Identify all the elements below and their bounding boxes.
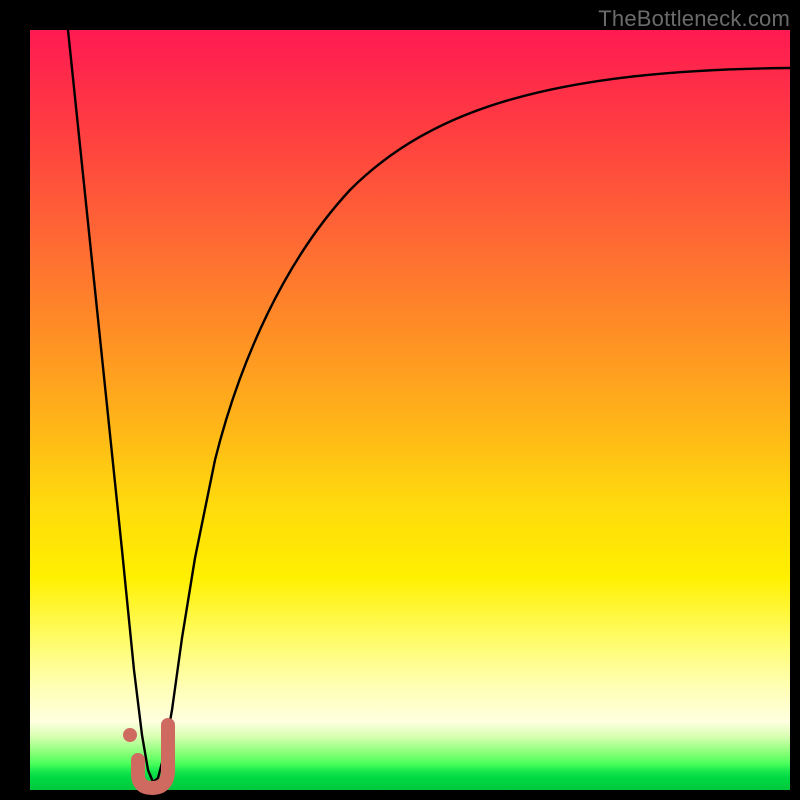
curve-layer [30, 30, 790, 790]
bottleneck-curve [68, 30, 790, 782]
watermark-text: TheBottleneck.com [598, 6, 790, 32]
outer-frame: TheBottleneck.com [0, 0, 800, 800]
marker-dot-icon [123, 728, 137, 742]
